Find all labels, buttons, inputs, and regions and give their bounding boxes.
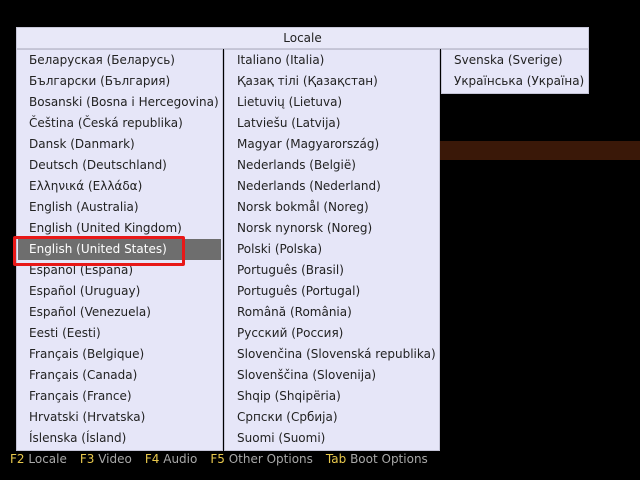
locale-item[interactable]: Bosanski (Bosna i Hercegovina) — [17, 92, 222, 113]
footer-option-video[interactable]: F3 Video — [80, 452, 132, 466]
locale-item[interactable]: Suomi (Suomi) — [225, 428, 439, 449]
locale-item[interactable]: Русский (Россия) — [225, 323, 439, 344]
locale-item[interactable]: Български (България) — [17, 71, 222, 92]
locale-item[interactable]: Íslenska (Ísland) — [17, 428, 222, 449]
locale-item[interactable]: Eesti (Eesti) — [17, 323, 222, 344]
locale-item[interactable]: Română (România) — [225, 302, 439, 323]
footer-key: F2 — [10, 452, 25, 466]
locale-item[interactable]: Nederlands (België) — [225, 155, 439, 176]
footer-option-locale[interactable]: F2 Locale — [10, 452, 67, 466]
menu-title: Locale — [16, 27, 589, 49]
locale-item[interactable]: Français (Belgique) — [17, 344, 222, 365]
locale-item[interactable]: Español (Uruguay) — [17, 281, 222, 302]
footer-label: Boot Options — [350, 452, 428, 466]
footer-bar: F2 Locale F3 Video F4 Audio F5 Other Option… — [10, 452, 441, 468]
footer-label: Audio — [163, 452, 198, 466]
footer-option-audio[interactable]: F4 Audio — [145, 452, 197, 466]
locale-item[interactable]: Norsk nynorsk (Noreg) — [225, 218, 439, 239]
footer-key: F5 — [210, 452, 225, 466]
selection-highlight-box — [13, 236, 185, 266]
footer-key: F3 — [79, 452, 95, 466]
locale-item[interactable]: Latviešu (Latvija) — [225, 113, 439, 134]
locale-item[interactable]: Беларуская (Беларусь) — [17, 50, 222, 71]
locale-item[interactable]: Lietuvių (Lietuva) — [225, 92, 439, 113]
locale-item[interactable]: Svenska (Sverige) — [442, 50, 588, 71]
locale-item[interactable]: Nederlands (Nederland) — [225, 176, 439, 197]
locale-item[interactable]: Polski (Polska) — [225, 239, 439, 260]
footer-key: F4 — [144, 452, 160, 466]
locale-item[interactable]: Slovenščina (Slovenija) — [225, 365, 439, 386]
locale-item[interactable]: Português (Portugal) — [225, 281, 439, 302]
locale-item[interactable]: Deutsch (Deutschland) — [17, 155, 222, 176]
footer-label: Video — [98, 452, 132, 466]
locale-item[interactable]: Српски (Србија) — [225, 407, 439, 428]
locale-item[interactable]: Français (France) — [17, 386, 222, 407]
locale-item[interactable]: English (Australia) — [17, 197, 222, 218]
locale-item[interactable]: Slovenčina (Slovenská republika) — [225, 344, 439, 365]
locale-item[interactable]: Magyar (Magyarország) — [225, 134, 439, 155]
locale-column-2: Italiano (Italia) Қазақ тілі (Қазақстан) L… — [224, 49, 440, 451]
locale-item[interactable]: Shqip (Shqipëria) — [225, 386, 439, 407]
locale-column-3: Svenska (Sverige) Українська (Україна) — [441, 49, 589, 94]
locale-item[interactable]: Čeština (Česká republika) — [17, 113, 222, 134]
footer-option-boot-options[interactable]: Tab Boot Options — [326, 452, 428, 466]
locale-item[interactable]: Dansk (Danmark) — [17, 134, 222, 155]
locale-item[interactable]: Norsk bokmål (Noreg) — [225, 197, 439, 218]
locale-item[interactable]: Español (Venezuela) — [17, 302, 222, 323]
locale-item[interactable]: Українська (Україна) — [442, 71, 588, 92]
locale-item[interactable]: Português (Brasil) — [225, 260, 439, 281]
footer-label: Other Options — [228, 452, 313, 466]
footer-key: Tab — [325, 452, 347, 466]
footer-label: Locale — [28, 452, 67, 466]
locale-item[interactable]: Қазақ тілі (Қазақстан) — [225, 71, 439, 92]
footer-option-other-options[interactable]: F5 Other Options — [210, 452, 313, 466]
locale-item[interactable]: Français (Canada) — [17, 365, 222, 386]
locale-item[interactable]: Hrvatski (Hrvatska) — [17, 407, 222, 428]
locale-item[interactable]: Ελληνικά (Ελλάδα) — [17, 176, 222, 197]
locale-item[interactable]: Italiano (Italia) — [225, 50, 439, 71]
